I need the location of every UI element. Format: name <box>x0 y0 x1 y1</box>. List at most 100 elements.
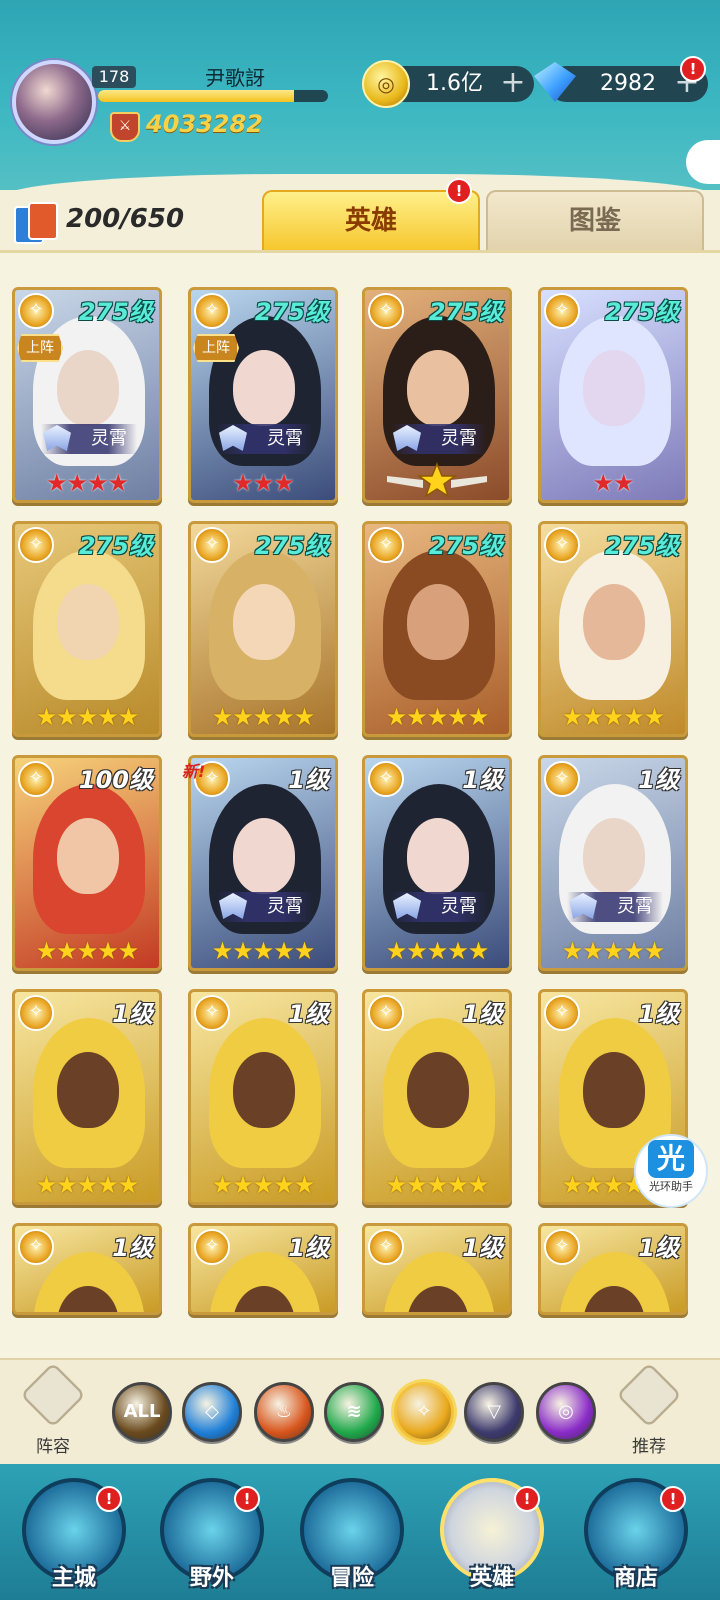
star-rating: ★★★ <box>232 469 295 497</box>
light-element-icon: ✧ <box>18 1229 54 1265</box>
awaken-badge: 灵霄 <box>41 424 137 454</box>
city-notification-icon: ! <box>96 1486 122 1512</box>
star-rating: ★★ <box>592 469 634 497</box>
halo-assistant-button[interactable]: 光 光环助手 <box>634 1134 708 1208</box>
hero-level: 1级 <box>112 1234 153 1262</box>
hero-level: 1级 <box>638 1234 679 1262</box>
light-element-icon: ✧ <box>368 527 404 563</box>
light-element-icon: ✧ <box>368 995 404 1031</box>
star-rating: ★★★★★ <box>561 703 666 731</box>
tab-codex[interactable]: 图鉴 <box>486 190 704 250</box>
lineup-shield-icon <box>20 1362 86 1428</box>
star-rating: ★★★★★ <box>385 937 490 965</box>
awaken-label: 灵霄 <box>441 896 477 917</box>
wing-icon <box>219 425 247 451</box>
hero-level: 1级 <box>112 1000 153 1028</box>
nav-adventure[interactable]: 冒险 <box>300 1478 404 1598</box>
lineup-button[interactable]: 阵容 <box>18 1362 88 1457</box>
hero-card[interactable]: ✧ 1级 灵霄 ★★★★★ <box>538 755 688 971</box>
heroes-tab-notification-icon: ! <box>446 178 472 204</box>
hero-face <box>407 818 469 894</box>
fire-icon[interactable]: ♨ <box>254 1382 314 1442</box>
nav-wild-label: 野外 <box>189 1566 234 1591</box>
hero-card[interactable]: ✧ 275级 上阵 灵霄 ★★★★ <box>12 287 162 503</box>
star-rating: ★★★★★ <box>385 1171 490 1199</box>
hero-card[interactable]: ✧ 275级 ★★★★★ <box>362 521 512 737</box>
hero-card[interactable]: ✧ 1级 <box>362 1223 512 1315</box>
hero-level: 1级 <box>638 1000 679 1028</box>
xp-fill <box>98 90 294 102</box>
shadow-icon[interactable]: ◎ <box>536 1382 596 1442</box>
hero-card[interactable]: ✧ 1级 灵霄 ★★★★★ <box>188 755 338 971</box>
hero-face <box>233 350 295 426</box>
recommend-button[interactable]: 推荐 <box>614 1362 684 1457</box>
light-element-icon: ✧ <box>544 761 580 797</box>
awaken-badge: 灵霄 <box>391 424 487 454</box>
halo-assistant-label: 光环助手 <box>649 1180 693 1193</box>
deployed-badge: 上阵 <box>193 334 239 362</box>
water-icon[interactable]: ◇ <box>182 1382 242 1442</box>
tab-heroes[interactable]: 英雄 <box>262 190 480 250</box>
hero-face <box>57 350 119 426</box>
light-element-icon: ✧ <box>544 995 580 1031</box>
awaken-badge: 灵霄 <box>217 424 313 454</box>
hero-card[interactable]: ✧ 275级 ★★★★★ <box>538 521 688 737</box>
hero-face <box>583 1052 645 1128</box>
star-rating: ★★★★ <box>45 469 129 497</box>
hero-level: 1级 <box>638 766 679 794</box>
hero-face <box>407 584 469 660</box>
player-name: 尹歌訝 <box>205 66 265 90</box>
nav-adventure-label: 冒险 <box>329 1566 374 1591</box>
combat-power-icon: ⚔ <box>110 112 140 142</box>
hero-card[interactable]: ✧ 1级 ★★★★★ <box>362 989 512 1205</box>
hero-card[interactable]: ✧ 1级 <box>538 1223 688 1315</box>
star-rating: ★★★★★ <box>211 937 316 965</box>
star-rating: ★★★★★ <box>211 703 316 731</box>
gold-coin-icon: ◎ <box>362 60 410 108</box>
hero-level: 1级 <box>462 1234 503 1262</box>
nav-heroes-label: 英雄 <box>469 1566 514 1591</box>
player-avatar[interactable] <box>12 60 96 144</box>
hero-count: 200/650 <box>66 204 185 234</box>
hero-card[interactable]: ✧ 1级 <box>188 1223 338 1315</box>
hero-card[interactable]: ✧ 1级 灵霄 ★★★★★ <box>362 755 512 971</box>
light-element-icon: ✧ <box>194 995 230 1031</box>
star-rating: ★★★★★ <box>35 1171 140 1199</box>
awaken-label: 灵霄 <box>441 428 477 449</box>
hero-cards-icon <box>14 202 58 244</box>
hero-card[interactable]: ✧ 100级 ★★★★★ <box>12 755 162 971</box>
light-icon[interactable]: ✧ <box>394 1382 454 1442</box>
light-element-icon: ✧ <box>544 527 580 563</box>
all-icon[interactable]: ALL <box>112 1382 172 1442</box>
nav-main-city-label: 主城 <box>51 1566 96 1591</box>
hero-face <box>583 818 645 894</box>
void-icon[interactable]: ▽ <box>464 1382 524 1442</box>
halo-assistant-icon: 光 <box>648 1140 694 1178</box>
wing-icon <box>219 893 247 919</box>
hero-card[interactable]: ✧ 275级 ★★ <box>538 287 688 503</box>
hero-card[interactable]: ✧ 275级 ★★★★★ <box>188 521 338 737</box>
hero-card[interactable]: ✧ 275级 灵霄 <box>362 287 512 503</box>
hero-level: 275级 <box>78 532 153 560</box>
hero-level: 275级 <box>428 298 503 326</box>
wing-icon <box>43 425 71 451</box>
recommend-label: 推荐 <box>632 1437 666 1457</box>
star-rating: ★★★★★ <box>35 937 140 965</box>
hero-face <box>583 584 645 660</box>
hero-grid: ✧ 275级 上阵 灵霄 ★★★★ ✧ 275级 上阵 灵霄 ★★★ ✧ 275级 灵霄 ✧ 275级 ★★ ✧… <box>0 250 720 1361</box>
wind-icon[interactable]: ≋ <box>324 1382 384 1442</box>
hero-card[interactable]: ✧ 1级 <box>12 1223 162 1315</box>
wing-icon <box>393 893 421 919</box>
hero-card[interactable]: ✧ 1级 ★★★★★ <box>12 989 162 1205</box>
star-rating: ★★★★★ <box>385 703 490 731</box>
light-element-icon: ✧ <box>194 527 230 563</box>
awaken-label: 灵霄 <box>91 428 127 449</box>
hero-card[interactable]: ✧ 275级 ★★★★★ <box>12 521 162 737</box>
thumbs-up-icon <box>616 1362 682 1428</box>
hero-card[interactable]: ✧ 1级 ★★★★★ <box>188 989 338 1205</box>
hero-level: 275级 <box>428 532 503 560</box>
add-gold-button[interactable]: + <box>498 66 528 102</box>
shop-notification-icon: ! <box>660 1486 686 1512</box>
hero-card[interactable]: ✧ 275级 上阵 灵霄 ★★★ <box>188 287 338 503</box>
hero-face <box>583 350 645 426</box>
